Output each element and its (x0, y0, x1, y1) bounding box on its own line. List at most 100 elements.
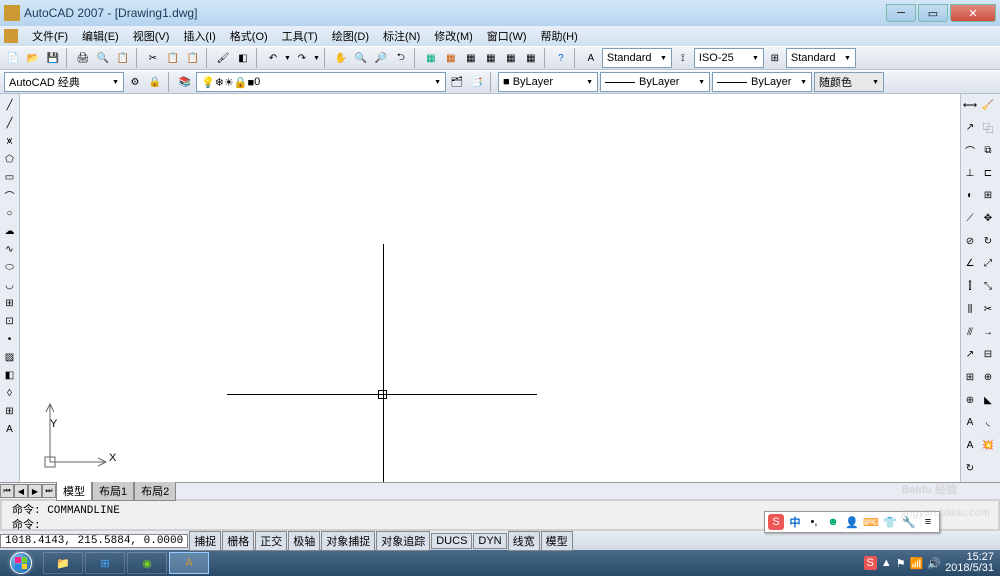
tp-icon[interactable]: ▦ (462, 49, 480, 67)
close-button[interactable]: ✕ (950, 4, 996, 22)
coordinates[interactable]: 1018.4143, 215.5884, 0.0000 (0, 534, 188, 548)
tray-ime-icon[interactable]: S (864, 556, 877, 570)
menu-file[interactable]: 文件(F) (32, 28, 68, 44)
ime-brand-icon[interactable]: S (768, 514, 784, 530)
spline-icon[interactable]: ∿ (1, 240, 19, 258)
dim-cont-icon[interactable]: ⫻ (961, 323, 979, 341)
leader-icon[interactable]: ↗ (961, 346, 979, 364)
region-icon[interactable]: ◊ (1, 384, 19, 402)
explode-icon[interactable]: 💥 (979, 437, 997, 455)
cmd-prompt[interactable]: 命令: (8, 516, 41, 532)
mirror-icon[interactable]: ⧉ (979, 141, 997, 159)
pline-icon[interactable]: ⩙ (1, 132, 19, 150)
circle-icon[interactable]: ○ (1, 204, 19, 222)
ducs-toggle[interactable]: DUCS (431, 533, 472, 549)
ssm-icon[interactable]: ▦ (482, 49, 500, 67)
dimupd-icon[interactable]: ↻ (961, 459, 979, 477)
calc-icon[interactable]: ▦ (522, 49, 540, 67)
tolerance-icon[interactable]: ⊞ (961, 368, 979, 386)
ws-lock-icon[interactable]: 🔒 (146, 73, 164, 91)
dim-aligned-icon[interactable]: ↗ (961, 119, 979, 137)
erase-icon[interactable]: 🧹 (979, 96, 997, 114)
dim-rad-icon[interactable]: ◐ (961, 187, 979, 205)
stretch-icon[interactable]: ⤡ (979, 278, 997, 296)
scale-icon[interactable]: ⤢ (979, 255, 997, 273)
taskbar-apps-icon[interactable]: ⊞ (85, 552, 125, 574)
break-icon[interactable]: ⊟ (979, 346, 997, 364)
ime-lang-icon[interactable]: 中 (787, 514, 803, 530)
menu-window[interactable]: 窗口(W) (487, 28, 527, 44)
layer-prev-icon[interactable]: 🗂 (448, 73, 466, 91)
menu-format[interactable]: 格式(O) (230, 28, 268, 44)
print-icon[interactable]: 🖨 (74, 49, 92, 67)
center-icon[interactable]: ⊕ (961, 391, 979, 409)
new-icon[interactable]: 📄 (4, 49, 22, 67)
undo-icon[interactable]: ↶ (264, 49, 282, 67)
markup-icon[interactable]: ▦ (502, 49, 520, 67)
dim-quick-icon[interactable]: ⫿ (961, 278, 979, 296)
start-button[interactable] (0, 550, 42, 576)
line-icon[interactable]: ╱ (1, 96, 19, 114)
maximize-button[interactable]: ▭ (918, 4, 948, 22)
ime-toolbar[interactable]: S 中 •, ☻ 👤 ⌨ 👕 🔧 ≡ (764, 511, 940, 533)
dim-jog-icon[interactable]: ⟋ (961, 210, 979, 228)
snap-toggle[interactable]: 捕捉 (189, 531, 221, 551)
dim-arc-icon[interactable]: ⌒ (961, 141, 979, 159)
menu-draw[interactable]: 绘图(D) (332, 28, 369, 44)
dyn-toggle[interactable]: DYN (473, 533, 506, 549)
zoom-prev-icon[interactable]: ⮌ (392, 49, 410, 67)
insert-icon[interactable]: ⊞ (1, 294, 19, 312)
tab-layout1[interactable]: 布局1 (92, 481, 134, 501)
menu-help[interactable]: 帮助(H) (541, 28, 578, 44)
table-icon[interactable]: ⊞ (1, 402, 19, 420)
textstyle-icon[interactable]: A (582, 49, 600, 67)
layer-combo[interactable]: 💡❄☀🔒■ 0 (196, 72, 446, 92)
tray-clock[interactable]: 15:27 2018/5/31 (945, 552, 994, 574)
pan-icon[interactable]: ✋ (332, 49, 350, 67)
menu-dim[interactable]: 标注(N) (383, 28, 420, 44)
minimize-button[interactable]: ─ (886, 4, 916, 22)
zoom-win-icon[interactable]: 🔎 (372, 49, 390, 67)
tablestyle-combo[interactable]: Standard (786, 48, 856, 68)
tab-next-icon[interactable]: ▶ (28, 484, 42, 498)
otrack-toggle[interactable]: 对象追踪 (376, 531, 430, 551)
copy-obj-icon[interactable]: ⿻ (979, 119, 997, 137)
join-icon[interactable]: ⊕ (979, 368, 997, 386)
fillet-icon[interactable]: ◟ (979, 414, 997, 432)
dimstyle-combo[interactable]: ISO-25 (694, 48, 764, 68)
taskbar-explorer-icon[interactable]: 📁 (43, 552, 83, 574)
model-toggle[interactable]: 模型 (541, 531, 573, 551)
polygon-icon[interactable]: ⬠ (1, 150, 19, 168)
taskbar-autocad-icon[interactable]: A (169, 552, 209, 574)
linetype-combo[interactable]: ByLayer (600, 72, 710, 92)
publish-icon[interactable]: 📋 (114, 49, 132, 67)
tab-first-icon[interactable]: ⏮ (0, 484, 14, 498)
dim-dia-icon[interactable]: ⊘ (961, 232, 979, 250)
tab-model[interactable]: 模型 (56, 481, 92, 501)
ws-settings-icon[interactable]: ⚙ (126, 73, 144, 91)
ime-tool-icon[interactable]: 🔧 (901, 514, 917, 530)
dim-ord-icon[interactable]: ⊥ (961, 164, 979, 182)
polar-toggle[interactable]: 极轴 (288, 531, 320, 551)
props-icon[interactable]: ▦ (422, 49, 440, 67)
trim-icon[interactable]: ✂ (979, 300, 997, 318)
redo-icon[interactable]: ↷ (293, 49, 311, 67)
tablestyle-icon[interactable]: ⊞ (766, 49, 784, 67)
menu-tools[interactable]: 工具(T) (282, 28, 318, 44)
open-icon[interactable]: 📂 (24, 49, 42, 67)
extend-icon[interactable]: → (979, 323, 997, 341)
help-icon[interactable]: ? (552, 49, 570, 67)
ime-user-icon[interactable]: 👤 (844, 514, 860, 530)
dim-base-icon[interactable]: ⫼ (961, 300, 979, 318)
lineweight-combo[interactable]: ByLayer (712, 72, 812, 92)
tray-action-icon[interactable]: ⚑ (896, 557, 906, 570)
tray-network-icon[interactable]: 📶 (910, 557, 924, 570)
ime-punct-icon[interactable]: •, (806, 514, 822, 530)
offset-icon[interactable]: ⊏ (979, 164, 997, 182)
lwt-toggle[interactable]: 线宽 (508, 531, 540, 551)
match-icon[interactable]: 🖌 (214, 49, 232, 67)
hatch-icon[interactable]: ▨ (1, 348, 19, 366)
menu-view[interactable]: 视图(V) (133, 28, 170, 44)
tab-last-icon[interactable]: ⏭ (42, 484, 56, 498)
color-combo[interactable]: ■ ByLayer (498, 72, 598, 92)
